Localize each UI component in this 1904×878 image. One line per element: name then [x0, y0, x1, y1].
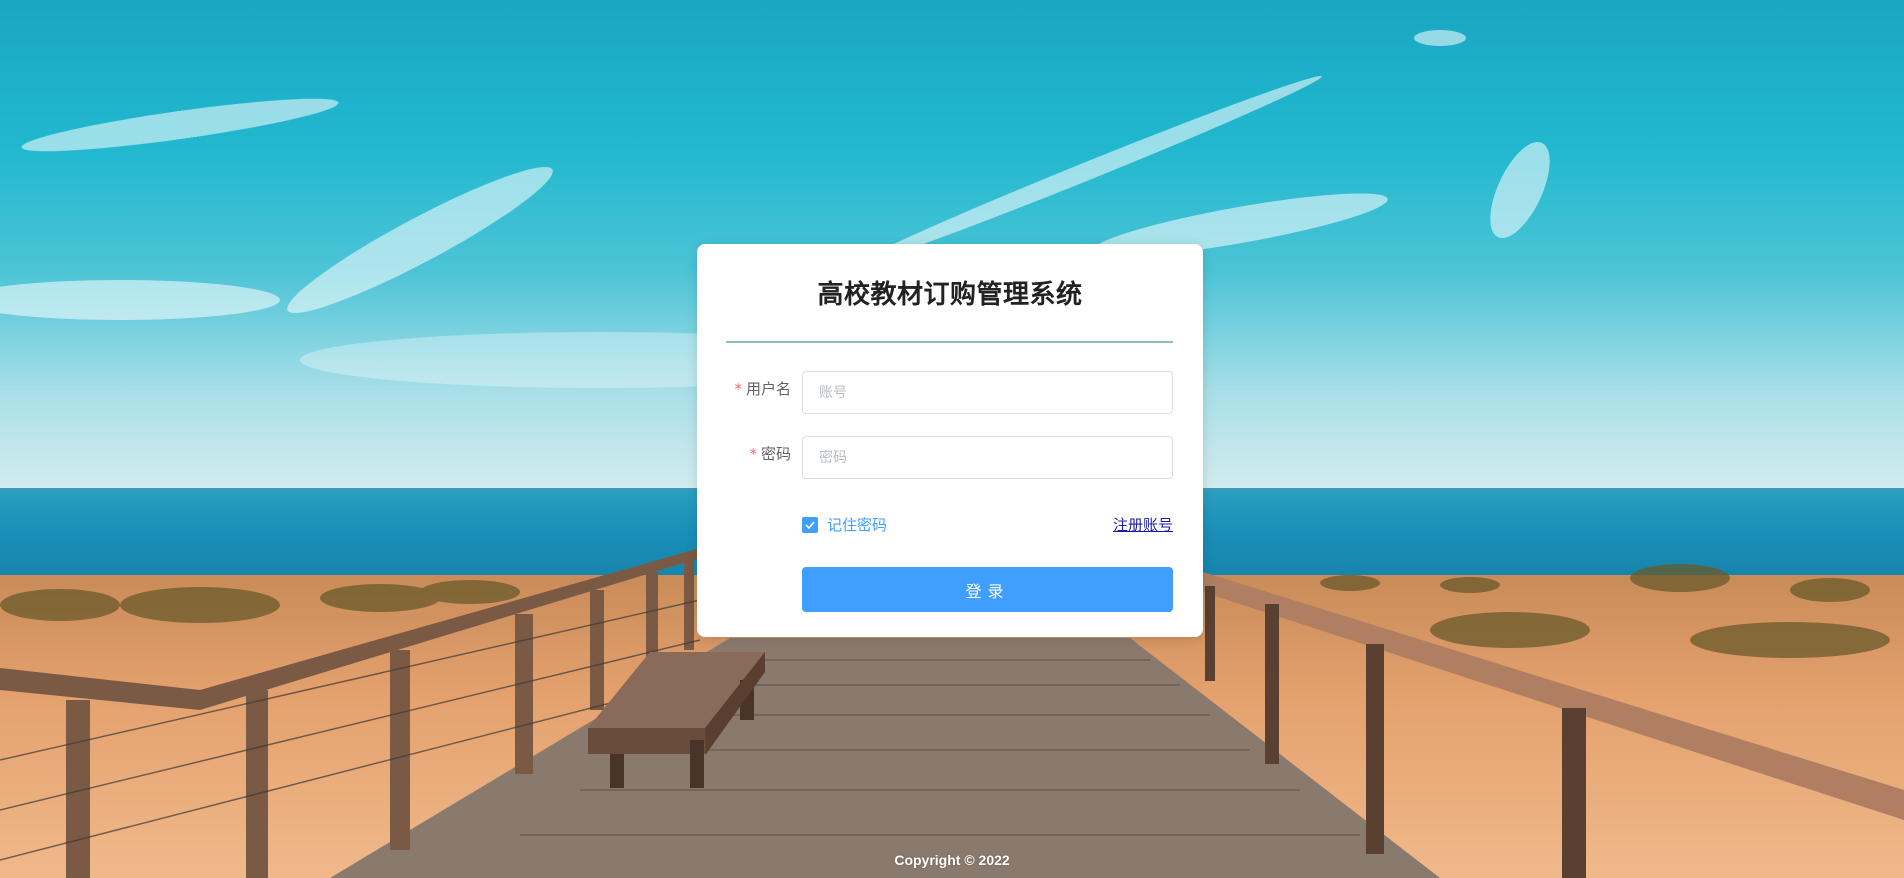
login-card: 高校教材订购管理系统 *用户名 *密码 记住密码 注册账号 登录 — [697, 244, 1203, 637]
checkmark-icon[interactable] — [802, 516, 818, 533]
remember-password-checkbox[interactable]: 记住密码 — [802, 514, 887, 535]
remember-password-label[interactable]: 记住密码 — [827, 514, 887, 535]
password-input[interactable] — [802, 436, 1173, 479]
password-label: * 密码 — [697, 443, 791, 464]
register-link[interactable]: 注册账号 — [1113, 514, 1173, 535]
title-divider — [726, 341, 1173, 343]
password-label-text: 密码 — [760, 445, 791, 463]
username-label-text: 用户名 — [745, 380, 791, 398]
username-row: * 用户名 — [697, 371, 1203, 416]
login-page: 高校教材订购管理系统 *用户名 *密码 记住密码 注册账号 登录 Copyri — [0, 0, 1904, 878]
username-label: * 用户名 — [697, 378, 791, 399]
username-input[interactable] — [802, 371, 1173, 414]
required-mark: * — [734, 380, 742, 398]
login-button[interactable]: 登录 — [802, 567, 1173, 612]
page-title: 高校教材订购管理系统 — [817, 280, 1083, 310]
required-mark: * — [749, 445, 757, 463]
copyright-footer: Copyright © 2022 — [894, 852, 1010, 868]
password-row: * 密码 — [697, 436, 1203, 481]
